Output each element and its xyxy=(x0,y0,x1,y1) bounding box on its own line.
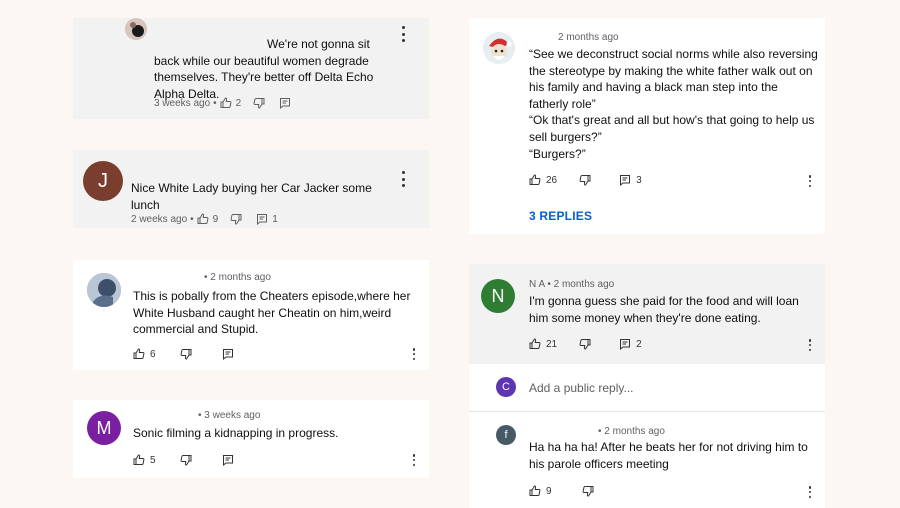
thumbs-down-icon[interactable] xyxy=(579,338,591,350)
comment-actions: 9 xyxy=(529,485,594,497)
comment-text: We're not gonna sit back while our beaut… xyxy=(154,37,374,101)
reply-count: 1 xyxy=(272,213,278,225)
avatar[interactable]: N xyxy=(481,279,515,313)
comment-card: 2 months ago “See we deconstruct social … xyxy=(469,18,825,234)
like-count: 2 xyxy=(235,97,242,109)
thumbs-up-icon[interactable] xyxy=(529,174,541,186)
comment-actions: 3 weeks ago • 2 xyxy=(154,97,291,109)
thumbs-up-icon[interactable] xyxy=(529,485,541,497)
reply-icon[interactable] xyxy=(619,338,631,350)
thumbs-down-icon[interactable] xyxy=(180,454,192,466)
like-count: 9 xyxy=(546,485,552,497)
thumbs-down-icon[interactable] xyxy=(230,213,242,225)
more-options-icon[interactable] xyxy=(807,175,813,187)
avatar[interactable]: M xyxy=(87,411,121,445)
comment-actions: 5 xyxy=(133,454,234,466)
comment-meta: N A • 2 months ago xyxy=(529,279,615,290)
more-options-icon[interactable] xyxy=(400,171,406,187)
thumbs-down-icon[interactable] xyxy=(579,174,591,186)
comment-meta: 2 months ago xyxy=(558,32,619,43)
timestamp: 3 weeks ago xyxy=(154,97,211,109)
comment-text: I'm gonna guess she paid for the food an… xyxy=(529,294,799,325)
comment-card: We're not gonna sit back while our beaut… xyxy=(73,18,429,119)
avatar[interactable] xyxy=(125,18,147,40)
comment-text: This is pobally from the Cheaters episod… xyxy=(133,289,411,336)
comment-text: Ha ha ha ha! After he beats her for not … xyxy=(529,440,808,471)
thumbs-down-icon[interactable] xyxy=(180,348,192,360)
comment-text: Sonic filming a kidnapping in progress. xyxy=(133,426,339,440)
comment-text: Nice White Lady buying her Car Jacker so… xyxy=(131,181,372,212)
avatar[interactable]: J xyxy=(83,161,123,201)
comment-card: J Nice White Lady buying her Car Jacker … xyxy=(73,150,429,228)
avatar: C xyxy=(496,377,516,397)
reply-icon[interactable] xyxy=(256,213,268,225)
more-options-icon[interactable] xyxy=(411,454,417,466)
thumbs-up-icon[interactable] xyxy=(220,97,232,109)
reply-thread: C Add a public reply... f • 2 months ago… xyxy=(469,364,825,508)
avatar[interactable]: f xyxy=(496,425,516,445)
reply-count: 2 xyxy=(636,338,642,350)
comment-actions: 21 2 xyxy=(529,338,642,350)
thumbs-down-icon[interactable] xyxy=(253,97,265,109)
like-count: 21 xyxy=(546,338,558,350)
thumbs-up-icon[interactable] xyxy=(529,338,541,350)
reply-count: 3 xyxy=(636,174,642,186)
like-count: 9 xyxy=(212,213,219,225)
thumbs-down-icon[interactable] xyxy=(582,485,594,497)
comment-actions: 26 3 xyxy=(529,174,642,186)
reply-icon[interactable] xyxy=(222,454,234,466)
reply-icon[interactable] xyxy=(279,97,291,109)
like-count: 5 xyxy=(150,454,156,466)
thumbs-up-icon[interactable] xyxy=(197,213,209,225)
comment-actions: 6 xyxy=(133,348,234,360)
comment-card: M • 3 weeks ago Sonic filming a kidnappi… xyxy=(73,400,429,478)
comment-meta: • 2 months ago xyxy=(204,272,271,283)
thumbs-up-icon[interactable] xyxy=(133,348,145,360)
comment-card: • 2 months ago This is pobally from the … xyxy=(73,260,429,370)
reply-icon[interactable] xyxy=(222,348,234,360)
avatar[interactable] xyxy=(483,32,515,64)
more-options-icon[interactable] xyxy=(807,486,813,498)
reply-input[interactable]: Add a public reply... xyxy=(529,381,634,395)
comment-text: “See we deconstruct social norms while a… xyxy=(529,47,818,161)
more-options-icon[interactable] xyxy=(400,26,406,42)
thumbs-up-icon[interactable] xyxy=(133,454,145,466)
more-options-icon[interactable] xyxy=(411,348,417,360)
divider xyxy=(469,411,825,412)
avatar[interactable] xyxy=(87,273,121,307)
like-count: 6 xyxy=(150,348,156,360)
view-replies-link[interactable]: 3 REPLIES xyxy=(529,209,592,223)
comment-card: N N A • 2 months ago I'm gonna guess she… xyxy=(469,264,825,364)
more-options-icon[interactable] xyxy=(807,339,813,351)
comment-meta: • 3 weeks ago xyxy=(198,410,261,421)
comment-meta: • 2 months ago xyxy=(598,426,665,437)
timestamp: 2 weeks ago xyxy=(131,213,188,225)
comment-actions: 2 weeks ago • 9 1 xyxy=(131,213,278,225)
reply-icon[interactable] xyxy=(619,174,631,186)
like-count: 26 xyxy=(546,174,558,186)
